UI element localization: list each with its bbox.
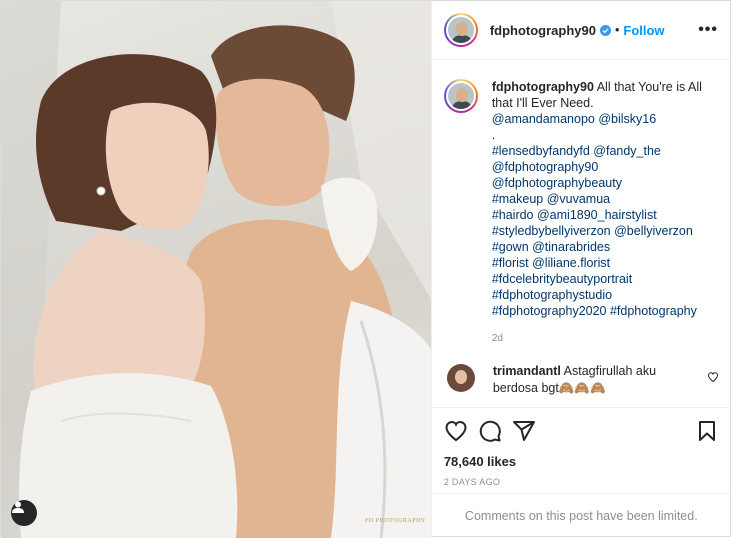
action-icons xyxy=(444,418,719,444)
share-icon[interactable] xyxy=(512,419,536,443)
author-username[interactable]: fdphotography90 xyxy=(490,23,596,38)
post-photo[interactable]: FD PHOTOGRAPHY xyxy=(1,1,431,538)
caption-tag-line[interactable]: #fdcelebritybeautyportrait xyxy=(492,272,632,286)
comments-area[interactable]: fdphotography90 All that You're is All t… xyxy=(432,61,731,407)
photo-watermark: FD PHOTOGRAPHY xyxy=(365,518,426,524)
caption-tag-line[interactable]: #makeup @vuvamua xyxy=(492,192,610,206)
bookmark-icon[interactable] xyxy=(695,419,719,443)
caption-tag-line[interactable]: #florist @liliane.florist xyxy=(492,256,610,270)
comment-icon[interactable] xyxy=(478,419,502,443)
post-actions: 78,640 likes 2 DAYS AGO xyxy=(431,407,731,487)
verified-icon xyxy=(599,24,611,36)
caption: fdphotography90 All that You're is All t… xyxy=(492,79,719,347)
comments-limited-notice: Comments on this post have been limited. xyxy=(431,493,731,538)
commenter-username[interactable]: trimandantl xyxy=(493,364,561,378)
user-tag-icon xyxy=(12,501,24,513)
caption-tag-line[interactable]: #fdphotographystudio xyxy=(492,288,612,302)
caption-tag-line[interactable]: #gown @tinarabrides xyxy=(492,240,610,254)
caption-tag-line[interactable]: #hairdo @ami1890_hairstylist xyxy=(492,208,657,222)
header-separator: • xyxy=(614,23,620,37)
like-count[interactable]: 78,640 likes xyxy=(444,454,719,469)
caption-dot: . xyxy=(491,128,496,142)
heart-icon[interactable] xyxy=(444,419,468,443)
caption-tag-line[interactable]: #fdphotography2020 #fdphotography xyxy=(492,304,697,318)
caption-tag-line[interactable]: @fdphotography90 xyxy=(492,160,599,174)
caption-tag-line[interactable]: #lensedbyfandyfd @fandy_the xyxy=(492,144,661,158)
more-options-button[interactable]: ••• xyxy=(698,21,718,39)
user-tag-button[interactable] xyxy=(11,500,37,526)
commenter-avatar[interactable] xyxy=(446,364,475,392)
post-header: fdphotography90 • Follow ••• xyxy=(431,1,730,60)
comment-body: trimandantl Astagfirullah aku berdosa bg… xyxy=(493,363,683,397)
caption-age[interactable]: 2d xyxy=(492,331,719,347)
caption-username[interactable]: fdphotography90 xyxy=(492,80,594,94)
author-avatar[interactable] xyxy=(443,13,478,47)
post-date[interactable]: 2 DAYS AGO xyxy=(444,477,719,487)
caption-tag-line[interactable]: #styledbybellyiverzon @bellyiverzon xyxy=(492,224,693,238)
post-sidebar: fdphotography90 • Follow ••• fdphotograp… xyxy=(430,1,731,538)
comment-like-icon[interactable] xyxy=(707,371,719,383)
caption-mentions[interactable]: @amandamanopo @bilsky16 xyxy=(492,112,656,126)
instagram-post: FD PHOTOGRAPHY fdphotography90 • Follow … xyxy=(0,0,731,538)
caption-tag-line[interactable]: @fdphotographybeauty xyxy=(492,176,622,190)
photo-illustration xyxy=(1,1,431,538)
comment-item: trimandantl Astagfirullah aku berdosa bg… xyxy=(444,363,719,397)
caption-avatar[interactable] xyxy=(443,79,478,113)
caption-row: fdphotography90 All that You're is All t… xyxy=(443,79,719,347)
follow-button[interactable]: Follow xyxy=(623,23,664,38)
